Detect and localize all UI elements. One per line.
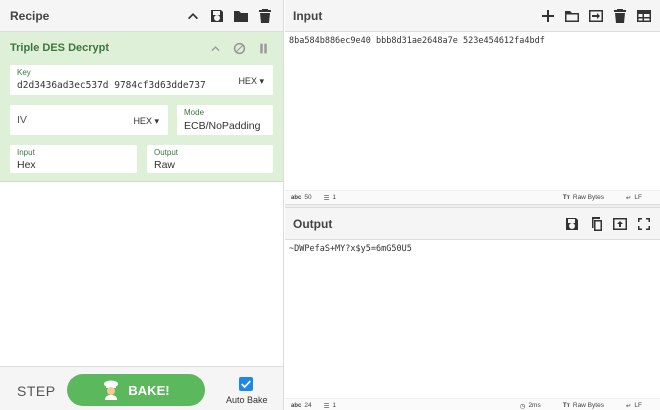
key-type-dropdown[interactable]: HEX ▾: [238, 76, 264, 87]
output-panel: Output ~DWPefaS+MY?x$y5=6mG50U5 abc 24 ☰…: [285, 208, 660, 410]
key-type-label: HEX: [238, 76, 257, 86]
output-eol-text: LF: [634, 402, 642, 409]
output-lines: 1: [332, 402, 337, 409]
folder-icon[interactable]: [233, 8, 249, 24]
output-char-count: abc 24: [291, 402, 312, 409]
output-title: Output: [293, 216, 333, 231]
input-header: Input: [285, 0, 660, 32]
output-header: Output: [285, 208, 660, 240]
return-icon: ↵: [625, 194, 632, 202]
chevron-up-icon[interactable]: [185, 8, 201, 24]
input-format-text: Raw Bytes: [572, 194, 604, 201]
bake-label: BAKE!: [128, 382, 170, 398]
input-format-value: Hex: [17, 159, 36, 171]
iv-placeholder: IV: [17, 114, 27, 126]
input-eol-text: LF: [634, 194, 642, 201]
return-icon: ↵: [625, 402, 632, 410]
chef-icon: [104, 380, 119, 400]
operation-title: Triple DES Decrypt: [10, 42, 110, 54]
caret-down-icon: ▾: [154, 116, 159, 126]
output-textarea[interactable]: ~DWPefaS+MY?x$y5=6mG50U5: [289, 244, 412, 254]
output-format-text: Raw Bytes: [572, 402, 604, 409]
mode-value: ECB/NoPadding: [184, 120, 261, 132]
lines-icon: ☰: [323, 402, 330, 410]
lines-icon: ☰: [323, 194, 330, 202]
input-textarea[interactable]: 8ba584b886ec9e40 bbb8d31ae2648a7e 523e45…: [289, 36, 545, 46]
trash-icon[interactable]: [612, 8, 628, 24]
iv-field[interactable]: IV HEX ▾: [10, 105, 168, 135]
input-title: Input: [293, 8, 323, 23]
output-format[interactable]: Tт Raw Bytes: [563, 402, 604, 409]
maximize-icon[interactable]: [636, 216, 652, 232]
input-format-label: Input: [17, 148, 35, 157]
input-eol[interactable]: ↵ LF: [626, 194, 642, 202]
input-lines: 1: [332, 194, 337, 201]
recipe-panel: Recipe Triple DES Decrypt Key d2d3436ad3…: [0, 0, 284, 410]
mode-label: Mode: [184, 108, 205, 117]
copy-icon[interactable]: [588, 216, 604, 232]
recipe-controls: STEP BAKE! Auto Bake: [0, 366, 283, 410]
open-folder-icon[interactable]: [564, 8, 580, 24]
output-bake-time: ◷ 2ms: [520, 402, 541, 410]
iv-type-label: HEX: [133, 116, 152, 126]
key-label: Key: [17, 68, 31, 77]
key-value: d2d3436ad3ec537d 9784cf3d63dde737: [17, 80, 206, 91]
recipe-header: Recipe: [0, 0, 283, 32]
text-format-icon: Tт: [562, 402, 570, 409]
text-format-icon: Tт: [562, 194, 570, 201]
output-format-value: Raw: [154, 159, 176, 171]
add-tab-icon[interactable]: [540, 8, 556, 24]
caret-down-icon: ▾: [259, 76, 264, 86]
step-button[interactable]: STEP: [17, 383, 56, 399]
abc-icon: abc: [291, 194, 302, 201]
clock-icon: ◷: [519, 402, 526, 410]
output-status-bar: abc 24 ☰ 1 ◷ 2ms Tт Raw Bytes ↵ LF: [285, 398, 660, 410]
input-format-field[interactable]: Input Hex: [10, 145, 137, 173]
input-chars: 50: [304, 194, 312, 201]
auto-bake-checkbox[interactable]: [239, 377, 253, 391]
trash-icon[interactable]: [257, 8, 273, 24]
output-chars: 24: [304, 402, 312, 409]
output-line-count: ☰ 1: [324, 402, 336, 410]
save-icon[interactable]: [564, 216, 580, 232]
chevron-up-icon[interactable]: [207, 40, 223, 56]
input-status-bar: abc 50 ☰ 1 Tт Raw Bytes ↵ LF: [285, 190, 660, 204]
mode-field[interactable]: Mode ECB/NoPadding: [177, 105, 273, 135]
output-eol[interactable]: ↵ LF: [626, 402, 642, 410]
layout-icon[interactable]: [636, 8, 652, 24]
output-time: 2ms: [528, 402, 541, 409]
replace-input-icon[interactable]: [612, 216, 628, 232]
input-line-count: ☰ 1: [324, 194, 336, 202]
bake-button[interactable]: BAKE!: [67, 374, 205, 406]
output-format-field[interactable]: Output Raw: [147, 145, 273, 173]
output-format-label: Output: [154, 148, 179, 157]
auto-bake-label: Auto Bake: [226, 395, 268, 405]
input-char-count: abc 50: [291, 194, 312, 201]
abc-icon: abc: [291, 402, 302, 409]
disable-icon[interactable]: [231, 40, 247, 56]
input-format[interactable]: Tт Raw Bytes: [563, 194, 604, 201]
open-file-icon[interactable]: [588, 8, 604, 24]
checkmark-icon: [241, 380, 251, 389]
iv-type-dropdown[interactable]: HEX ▾: [133, 116, 159, 127]
save-icon[interactable]: [209, 8, 225, 24]
key-field[interactable]: Key d2d3436ad3ec537d 9784cf3d63dde737 HE…: [10, 65, 273, 95]
input-panel: Input 8ba584b886ec9e40 bbb8d31ae2648a7e …: [285, 0, 660, 204]
recipe-title: Recipe: [10, 8, 50, 23]
operation-triple-des-decrypt: Triple DES Decrypt Key d2d3436ad3ec537d …: [0, 32, 283, 182]
pause-icon[interactable]: [255, 40, 271, 56]
